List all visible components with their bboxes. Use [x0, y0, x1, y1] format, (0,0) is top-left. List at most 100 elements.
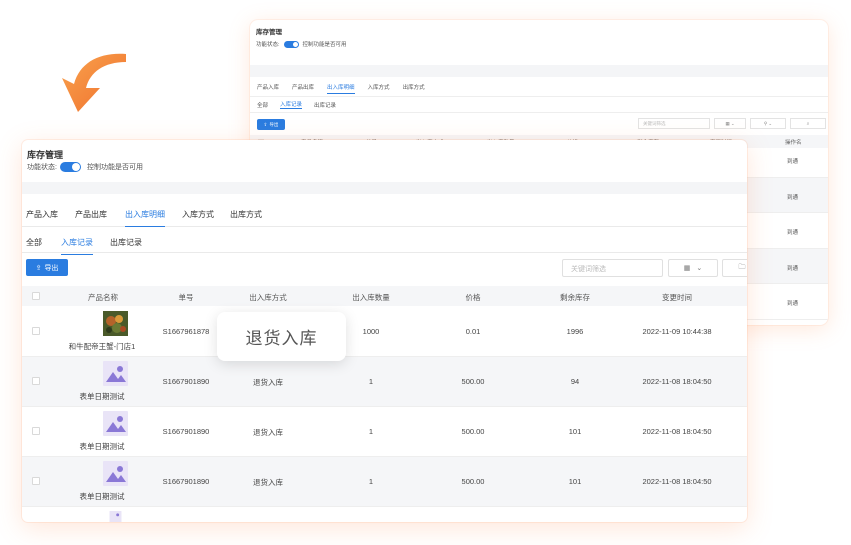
back-status-label: 功能状态: [256, 42, 280, 48]
back-tab[interactable]: 出库方式 [403, 83, 425, 91]
back-subtab-active[interactable]: 入库记录 [280, 100, 303, 109]
table-row[interactable]: 和牛配帝王蟹-门店1 S1667961878 1000 0.01 1996 20… [22, 307, 747, 357]
remaining-stock: 101 [568, 427, 582, 436]
change-time: 2022-11-09 10:44:38 [642, 327, 712, 336]
remaining-stock: 1996 [566, 327, 584, 336]
row-checkbox[interactable] [32, 477, 40, 485]
back-export-button[interactable]: ⇪ 导出 [257, 119, 285, 130]
back-row-action[interactable]: 到通 [787, 228, 798, 236]
tab-out-method[interactable]: 出库方式 [230, 209, 262, 220]
table-row[interactable]: 表单日期测试 S1667901890 退货入库 1 500.00 94 2022… [22, 357, 747, 407]
price: 500.00 [461, 427, 485, 436]
search-input[interactable]: 关键词筛选 [562, 259, 663, 277]
back-page-title: 库存管理 [256, 29, 282, 36]
remaining-stock: 94 [570, 377, 580, 386]
back-tab[interactable]: 产品出库 [292, 83, 314, 91]
subtab-out-records[interactable]: 出库记录 [110, 237, 142, 248]
table-body: 和牛配帝王蟹-门店1 S1667961878 1000 0.01 1996 20… [22, 307, 747, 522]
row-checkbox[interactable] [32, 377, 40, 385]
back-export-icon: ⇪ [263, 121, 268, 127]
table-row[interactable]: 表单日期测试 S1667901890 退货入库 1 500.00 101 202… [22, 407, 747, 457]
method-callout: 退货入库 [217, 312, 346, 361]
back-tab[interactable]: 产品入库 [257, 83, 279, 91]
export-icon: ⇪ [35, 264, 42, 272]
select-all-checkbox[interactable] [32, 292, 40, 300]
method: 退货入库 [253, 428, 283, 437]
product-name: 表单日期测试 [79, 442, 125, 451]
col-price: 价格 [465, 293, 481, 302]
status-label: 功能状态: [27, 164, 57, 171]
back-tab[interactable]: 入库方式 [368, 83, 390, 91]
grid-icon: ▦ [683, 265, 691, 272]
image-placeholder-icon [103, 461, 128, 486]
row-checkbox[interactable] [32, 427, 40, 435]
method: 退货入库 [253, 378, 283, 387]
back-filter-select[interactable]: ⚲ ⌄ [750, 118, 786, 129]
curved-arrow-icon [62, 53, 126, 112]
image-placeholder-icon [109, 511, 122, 522]
export-button[interactable]: ⇪ 导出 [26, 259, 68, 276]
inventory-panel: 库存管理 功能状态: 控制功能是否可用 产品入库 产品出库 出入库明细 入库方式… [22, 140, 747, 522]
quantity: 1000 [362, 327, 380, 336]
price: 0.01 [465, 327, 481, 336]
back-sub-tabs: 全部 入库记录 出库记录 [250, 97, 828, 113]
status-desc: 控制功能是否可用 [86, 164, 143, 171]
method: 退货入库 [253, 478, 283, 487]
table-row-partial [22, 507, 747, 522]
subtab-in-records[interactable]: 入库记录 [61, 237, 93, 255]
back-search-button[interactable]: ⌕ [790, 118, 826, 129]
col-product-name: 产品名称 [88, 293, 118, 302]
product-photo-thumbnail [103, 311, 128, 336]
order-number: S1667961878 [162, 327, 210, 336]
back-subtab[interactable]: 出库记录 [314, 101, 336, 109]
subtab-all[interactable]: 全部 [26, 237, 42, 248]
col-method: 出入库方式 [249, 293, 287, 302]
back-status-toggle[interactable] [283, 40, 299, 48]
tab-product-out[interactable]: 产品出库 [75, 209, 107, 220]
col-change-time: 变更时间 [662, 293, 692, 302]
status-toggle[interactable] [59, 162, 81, 172]
order-number: S1667901890 [162, 377, 210, 386]
back-row-action[interactable]: 到通 [787, 299, 798, 307]
price: 500.00 [461, 477, 485, 486]
change-time: 2022-11-08 18:04:50 [642, 477, 712, 486]
col-order-no: 单号 [178, 293, 194, 302]
quantity: 1 [368, 477, 374, 486]
quantity: 1 [368, 377, 374, 386]
col-quantity: 出入库数量 [352, 293, 390, 302]
back-subtab[interactable]: 全部 [257, 101, 268, 109]
main-tabs: 产品入库 产品出库 出入库明细 入库方式 出库方式 [22, 194, 747, 227]
change-time: 2022-11-08 18:04:50 [642, 377, 712, 386]
row-checkbox[interactable] [32, 327, 40, 335]
quantity: 1 [368, 427, 374, 436]
back-main-tabs: 产品入库 产品出库 出入库明细 入库方式 出库方式 [250, 77, 828, 97]
col-remaining-stock: 剩余库存 [560, 293, 590, 302]
back-grid-select[interactable]: ▦ ⌄ [714, 118, 746, 129]
chevron-down-icon: ⌄ [696, 265, 703, 272]
tab-in-out-detail[interactable]: 出入库明细 [125, 209, 165, 227]
back-tab-active[interactable]: 出入库明细 [327, 83, 355, 94]
product-name: 和牛配帝王蟹-门店1 [68, 342, 136, 351]
change-time: 2022-11-08 18:04:50 [642, 427, 712, 436]
folder-select[interactable]: 🗀 [722, 259, 747, 277]
grid-view-select[interactable]: ▦ ⌄ [668, 259, 718, 277]
order-number: S1667901890 [162, 427, 210, 436]
image-placeholder-icon [103, 411, 128, 436]
page-title: 库存管理 [27, 150, 64, 160]
remaining-stock: 101 [568, 477, 582, 486]
back-row-action[interactable]: 到通 [787, 193, 798, 201]
table-row[interactable]: 表单日期测试 S1667901890 退货入库 1 500.00 101 202… [22, 457, 747, 507]
back-status-desc: 控制功能是否可用 [302, 42, 347, 48]
back-row-action[interactable]: 到通 [787, 264, 798, 272]
sub-tabs: 全部 入库记录 出库记录 [22, 228, 747, 255]
image-placeholder-icon [103, 361, 128, 386]
back-search-input[interactable]: 关键词筛选 [638, 118, 710, 129]
export-label: 导出 [44, 264, 59, 272]
tab-product-in[interactable]: 产品入库 [26, 209, 58, 220]
folder-icon: 🗀 [738, 263, 746, 271]
back-row-action[interactable]: 到通 [787, 157, 798, 165]
price: 500.00 [461, 377, 485, 386]
back-export-label: 导出 [269, 121, 279, 127]
tab-in-method[interactable]: 入库方式 [182, 209, 214, 220]
product-name: 表单日期测试 [79, 492, 125, 501]
